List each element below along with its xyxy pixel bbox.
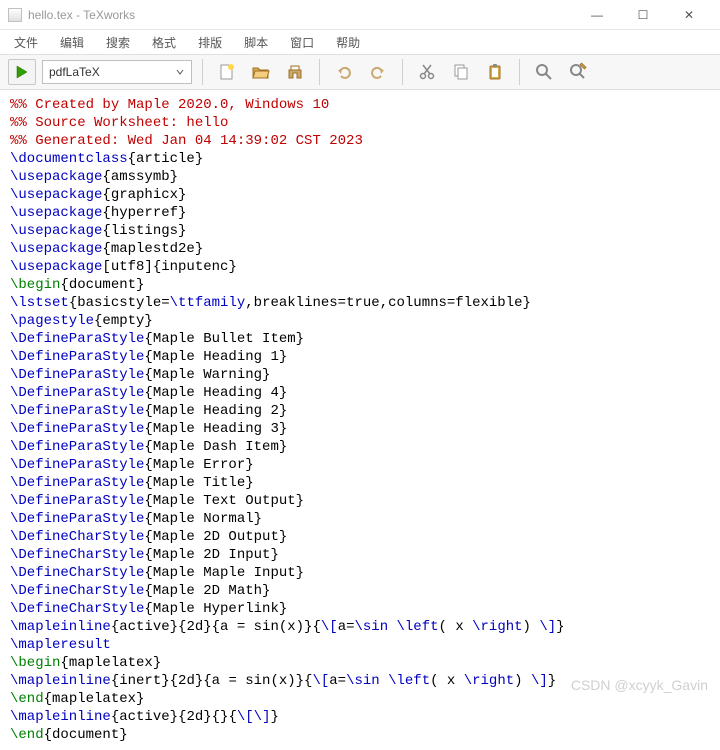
toolbar-separator bbox=[402, 59, 403, 85]
code-line[interactable]: \mapleresult bbox=[10, 636, 710, 654]
code-line[interactable]: \DefineParaStyle{Maple Heading 3} bbox=[10, 420, 710, 438]
menu-bar: 文件 编辑 搜索 格式 排版 脚本 窗口 帮助 bbox=[0, 30, 720, 54]
code-line[interactable]: \DefineParaStyle{Maple Dash Item} bbox=[10, 438, 710, 456]
copy-icon bbox=[451, 62, 471, 82]
code-line[interactable]: %% Generated: Wed Jan 04 14:39:02 CST 20… bbox=[10, 132, 710, 150]
open-button[interactable] bbox=[247, 59, 275, 85]
clipboard-icon bbox=[485, 62, 505, 82]
toolbar-separator bbox=[319, 59, 320, 85]
code-line[interactable]: \DefineCharStyle{Maple Hyperlink} bbox=[10, 600, 710, 618]
code-line[interactable]: \DefineParaStyle{Maple Bullet Item} bbox=[10, 330, 710, 348]
code-line[interactable]: \DefineParaStyle{Maple Heading 4} bbox=[10, 384, 710, 402]
copy-button[interactable] bbox=[447, 59, 475, 85]
minimize-button[interactable]: — bbox=[574, 0, 620, 30]
maximize-button[interactable]: ☐ bbox=[620, 0, 666, 30]
save-button[interactable] bbox=[281, 59, 309, 85]
replace-button[interactable] bbox=[564, 59, 592, 85]
toolbar-separator bbox=[202, 59, 203, 85]
undo-icon bbox=[334, 62, 354, 82]
code-line[interactable]: \pagestyle{empty} bbox=[10, 312, 710, 330]
code-line[interactable]: \begin{document} bbox=[10, 276, 710, 294]
code-line[interactable]: \DefineParaStyle{Maple Heading 1} bbox=[10, 348, 710, 366]
chevron-down-icon bbox=[175, 67, 185, 77]
menu-search[interactable]: 搜索 bbox=[102, 32, 134, 53]
code-line[interactable]: \DefineParaStyle{Maple Heading 2} bbox=[10, 402, 710, 420]
watermark: CSDN @xcyyk_Gavin bbox=[571, 677, 708, 693]
menu-help[interactable]: 帮助 bbox=[332, 32, 364, 53]
code-line[interactable]: \begin{maplelatex} bbox=[10, 654, 710, 672]
menu-format[interactable]: 格式 bbox=[148, 32, 180, 53]
code-line[interactable]: \DefineParaStyle{Maple Normal} bbox=[10, 510, 710, 528]
code-line[interactable]: \mapleinline{active}{2d}{}{\[\]} bbox=[10, 708, 710, 726]
code-line[interactable]: \mapleinline{active}{2d}{a = sin(x)}{\[a… bbox=[10, 618, 710, 636]
menu-typeset[interactable]: 排版 bbox=[194, 32, 226, 53]
save-icon bbox=[285, 62, 305, 82]
code-line[interactable]: \DefineParaStyle{Maple Text Output} bbox=[10, 492, 710, 510]
code-line[interactable]: \lstset{basicstyle=\ttfamily,breaklines=… bbox=[10, 294, 710, 312]
magnifier-icon bbox=[534, 62, 554, 82]
code-editor[interactable]: %% Created by Maple 2020.0, Windows 10%%… bbox=[0, 90, 720, 750]
code-line[interactable]: \usepackage{hyperref} bbox=[10, 204, 710, 222]
play-icon bbox=[15, 65, 29, 79]
code-line[interactable]: \usepackage{graphicx} bbox=[10, 186, 710, 204]
code-line[interactable]: \DefineCharStyle{Maple Maple Input} bbox=[10, 564, 710, 582]
menu-file[interactable]: 文件 bbox=[10, 32, 42, 53]
open-folder-icon bbox=[251, 62, 271, 82]
code-line[interactable]: \usepackage{amssymb} bbox=[10, 168, 710, 186]
menu-window[interactable]: 窗口 bbox=[286, 32, 318, 53]
typeset-button[interactable] bbox=[8, 59, 36, 85]
code-line[interactable]: \DefineParaStyle{Maple Warning} bbox=[10, 366, 710, 384]
paste-button[interactable] bbox=[481, 59, 509, 85]
new-button[interactable] bbox=[213, 59, 241, 85]
code-line[interactable]: \DefineParaStyle{Maple Title} bbox=[10, 474, 710, 492]
code-line[interactable]: \usepackage{maplestd2e} bbox=[10, 240, 710, 258]
menu-edit[interactable]: 编辑 bbox=[56, 32, 88, 53]
code-line[interactable]: \usepackage{listings} bbox=[10, 222, 710, 240]
window-title: hello.tex - TeXworks bbox=[28, 8, 574, 22]
document-icon bbox=[8, 8, 22, 22]
code-line[interactable]: \DefineParaStyle{Maple Error} bbox=[10, 456, 710, 474]
code-line[interactable]: \DefineCharStyle{Maple 2D Output} bbox=[10, 528, 710, 546]
redo-button[interactable] bbox=[364, 59, 392, 85]
find-button[interactable] bbox=[530, 59, 558, 85]
menu-script[interactable]: 脚本 bbox=[240, 32, 272, 53]
code-line[interactable]: \documentclass{article} bbox=[10, 150, 710, 168]
scissors-icon bbox=[417, 62, 437, 82]
code-line[interactable]: \DefineCharStyle{Maple 2D Input} bbox=[10, 546, 710, 564]
compiler-select[interactable]: pdfLaTeX bbox=[42, 60, 192, 84]
code-line[interactable]: \end{document} bbox=[10, 726, 710, 744]
toolbar: pdfLaTeX bbox=[0, 54, 720, 90]
code-line[interactable]: \usepackage[utf8]{inputenc} bbox=[10, 258, 710, 276]
title-bar: hello.tex - TeXworks — ☐ ✕ bbox=[0, 0, 720, 30]
code-line[interactable]: %% Created by Maple 2020.0, Windows 10 bbox=[10, 96, 710, 114]
new-document-icon bbox=[217, 62, 237, 82]
redo-icon bbox=[368, 62, 388, 82]
magnifier-pencil-icon bbox=[568, 62, 588, 82]
cut-button[interactable] bbox=[413, 59, 441, 85]
undo-button[interactable] bbox=[330, 59, 358, 85]
code-line[interactable]: \DefineCharStyle{Maple 2D Math} bbox=[10, 582, 710, 600]
compiler-label: pdfLaTeX bbox=[49, 65, 100, 79]
toolbar-separator bbox=[519, 59, 520, 85]
code-line[interactable]: %% Source Worksheet: hello bbox=[10, 114, 710, 132]
close-button[interactable]: ✕ bbox=[666, 0, 712, 30]
